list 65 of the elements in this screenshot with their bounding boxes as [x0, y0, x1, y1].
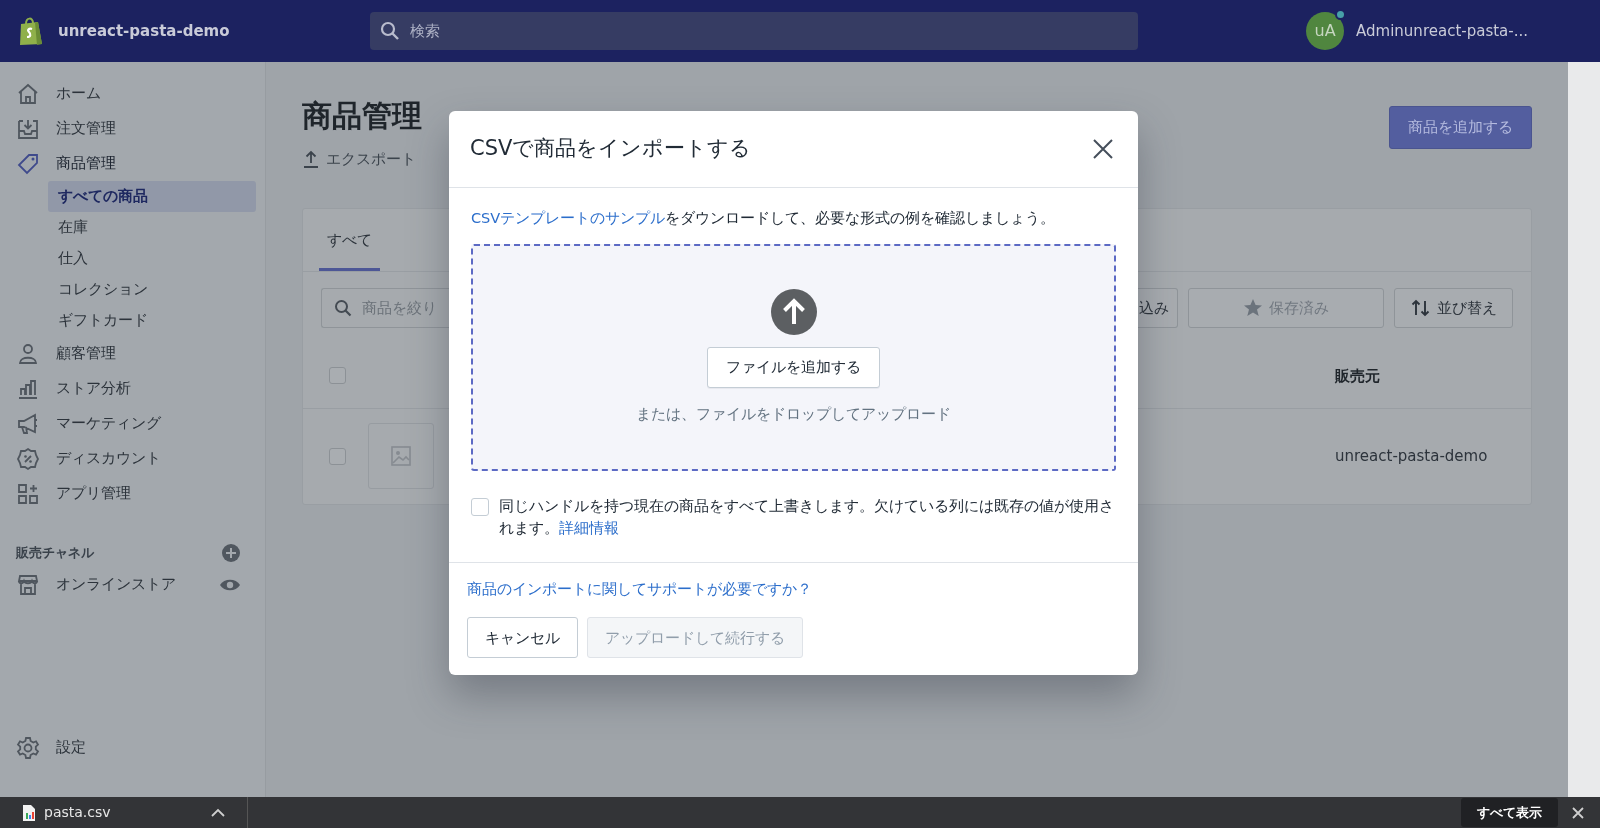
tab[interactable]: すべて [319, 209, 380, 271]
sidebar-item[interactable]: マーケティング [16, 406, 255, 441]
sidebar-item[interactable]: オンラインストア [16, 567, 255, 602]
discount-icon [16, 446, 40, 471]
sidebar-item[interactable]: ホーム [16, 76, 255, 111]
shopping-bag-logo [18, 16, 44, 46]
drop-zone[interactable]: ファイルを追加する または、ファイルをドロップしてアップロード [471, 243, 1116, 471]
sort-icon [1410, 297, 1431, 318]
dialog-title: CSVで商品をインポートする [470, 136, 752, 162]
sidebar-subitem[interactable]: コレクション [48, 274, 256, 305]
sidebar-item[interactable]: ディスカウント [16, 441, 255, 476]
user-name[interactable]: Adminunreact-pasta-... [1356, 19, 1528, 43]
scrollbar[interactable] [1568, 62, 1600, 797]
sort-button[interactable]: 並び替え [1394, 287, 1513, 328]
apps-icon [16, 481, 40, 506]
export-link[interactable]: エクスポート [302, 148, 416, 171]
show-all-button[interactable]: すべて表示 [1461, 797, 1558, 828]
column-header: 販売元 [1335, 365, 1381, 387]
search-icon [380, 21, 400, 41]
megaphone-icon [16, 411, 40, 436]
vendor-cell-text: unreact-pasta-demo [1335, 446, 1489, 467]
star-icon [1243, 297, 1263, 318]
sidebar-subitem[interactable]: ギフトカード [48, 305, 256, 336]
store-name[interactable]: unreact-pasta-demo [58, 19, 358, 43]
sidebar-item[interactable]: アプリ管理 [16, 476, 255, 511]
select-all-checkbox[interactable] [329, 367, 346, 385]
person-icon [16, 341, 40, 366]
help-link[interactable]: 商品のインポートに関してサポートが必要ですか？ [467, 580, 812, 597]
store-icon [16, 572, 40, 597]
chevron-up-icon[interactable] [210, 807, 225, 818]
template-link[interactable]: CSVテンプレートのサンプル [471, 210, 666, 226]
row-checkbox[interactable] [329, 447, 346, 465]
user-avatar[interactable]: uA [1306, 12, 1345, 50]
overwrite-text: 同じハンドルを持つ現在の商品をすべて上書きします。欠けている列には既存の値が使用されます。詳細情報 [499, 496, 1115, 539]
instruction-text: CSVテンプレートのサンプルをダウンロードして、必要な形式の例を確認しましょう。 [471, 209, 1057, 228]
tag-icon [16, 151, 40, 176]
drop-hint: または、ファイルをドロップしてアップロード [636, 404, 951, 424]
overwrite-checkbox[interactable] [471, 497, 489, 516]
file-name[interactable]: pasta.csv [44, 802, 111, 823]
add-icon[interactable] [221, 543, 241, 563]
close-icon [1572, 807, 1584, 819]
filter-button[interactable]: 込み [1135, 287, 1178, 328]
sidebar-item[interactable]: 注文管理 [16, 111, 255, 146]
gear-icon [16, 735, 40, 760]
file-icon [22, 803, 36, 822]
add-file-button[interactable]: ファイルを追加する [707, 347, 880, 388]
close-icon [1092, 138, 1114, 160]
sidebar-subitem[interactable]: 在庫 [48, 212, 256, 243]
sidebar-item[interactable]: 商品管理 [16, 146, 255, 181]
cancel-button[interactable]: キャンセル [467, 617, 578, 659]
upload-icon [302, 150, 320, 169]
sidebar-item[interactable]: ストア分析 [16, 371, 255, 406]
notification-dot [1335, 9, 1347, 20]
image-icon [390, 445, 412, 468]
details-link[interactable]: 詳細情報 [559, 520, 619, 537]
add-product-button[interactable]: 商品を追加する [1389, 106, 1532, 149]
search-icon [334, 298, 352, 317]
sidebar-subitem[interactable]: 仕入 [48, 243, 256, 274]
sidebar-subitem[interactable]: すべての商品 [48, 181, 256, 212]
section-heading: 販売チャネル [16, 544, 94, 563]
home-icon [16, 81, 40, 106]
sidebar-item[interactable]: 顧客管理 [16, 336, 255, 371]
page-title: 商品管理 [302, 98, 422, 134]
search-field[interactable]: 検索 [370, 12, 1138, 50]
sidebar-item[interactable]: 設定 [16, 730, 255, 765]
